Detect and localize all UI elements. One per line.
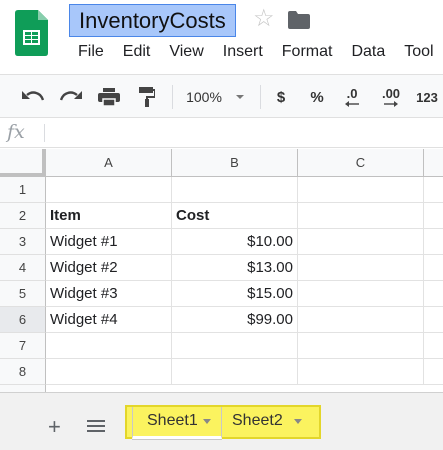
zoom-value: 100% bbox=[186, 89, 222, 105]
toolbar: 100% $ % .0 .00 123 bbox=[0, 74, 443, 118]
menu-tools[interactable]: Tool bbox=[404, 42, 433, 62]
column-header-d[interactable] bbox=[424, 149, 443, 177]
more-formats-label: 123 bbox=[416, 89, 438, 105]
cell-c2[interactable] bbox=[298, 203, 424, 229]
redo-icon[interactable] bbox=[56, 75, 86, 119]
menu-edit[interactable]: Edit bbox=[123, 42, 151, 62]
chevron-down-icon bbox=[235, 95, 244, 99]
cell-a8[interactable] bbox=[46, 359, 172, 385]
formula-separator bbox=[44, 124, 45, 142]
cell-a6[interactable]: Widget #4 bbox=[46, 307, 172, 333]
cell-a5[interactable]: Widget #3 bbox=[46, 281, 172, 307]
sheet-tab-sheet2[interactable]: Sheet2 bbox=[222, 407, 314, 439]
fx-icon: fx bbox=[7, 121, 25, 143]
undo-icon[interactable] bbox=[18, 75, 48, 119]
sheet-tab-sheet1[interactable]: Sheet1 bbox=[132, 407, 222, 439]
more-formats-button[interactable]: 123 bbox=[412, 75, 442, 119]
percent-format-button[interactable]: % bbox=[304, 75, 330, 119]
cell-c7[interactable] bbox=[298, 333, 424, 359]
add-sheet-icon[interactable]: + bbox=[48, 416, 61, 438]
arrow-left-icon bbox=[345, 101, 359, 107]
column-header-a[interactable]: A bbox=[46, 149, 172, 177]
increase-decimals-button[interactable]: .00 bbox=[374, 75, 408, 119]
cell-b1[interactable] bbox=[172, 177, 298, 203]
cell-d7[interactable] bbox=[424, 333, 443, 359]
cell-c8[interactable] bbox=[298, 359, 424, 385]
formula-bar: fx bbox=[0, 118, 443, 148]
row-header[interactable]: 2 bbox=[0, 203, 46, 229]
cell-b7[interactable] bbox=[172, 333, 298, 359]
row-header[interactable]: 7 bbox=[0, 333, 46, 359]
cell-d5[interactable] bbox=[424, 281, 443, 307]
row-header[interactable]: 1 bbox=[0, 177, 46, 203]
row-header[interactable]: 3 bbox=[0, 229, 46, 255]
zoom-select[interactable]: 100% bbox=[180, 75, 250, 119]
cell-b3[interactable]: $10.00 bbox=[172, 229, 298, 255]
cell-b4[interactable]: $13.00 bbox=[172, 255, 298, 281]
folder-icon[interactable] bbox=[288, 11, 310, 29]
document-title[interactable]: InventoryCosts bbox=[69, 4, 236, 37]
menu-format[interactable]: Format bbox=[282, 42, 333, 62]
cell-a2[interactable]: Item bbox=[46, 203, 172, 229]
cell-d4[interactable] bbox=[424, 255, 443, 281]
cell-c1[interactable] bbox=[298, 177, 424, 203]
sheet-tab-label: Sheet1 bbox=[147, 412, 198, 429]
menu-view[interactable]: View bbox=[169, 42, 203, 62]
formula-input[interactable] bbox=[50, 122, 435, 144]
menu-data[interactable]: Data bbox=[351, 42, 385, 62]
toolbar-separator bbox=[260, 85, 261, 109]
cell-b2[interactable]: Cost bbox=[172, 203, 298, 229]
column-header-c[interactable]: C bbox=[298, 149, 424, 177]
row-header[interactable]: 8 bbox=[0, 359, 46, 385]
cell-a4[interactable]: Widget #2 bbox=[46, 255, 172, 281]
cell-a1[interactable] bbox=[46, 177, 172, 203]
sheet-tab-label: Sheet2 bbox=[232, 412, 283, 429]
cell-d2[interactable] bbox=[424, 203, 443, 229]
chevron-down-icon[interactable] bbox=[294, 419, 302, 424]
sheets-logo-icon[interactable] bbox=[15, 10, 48, 56]
cell-c5[interactable] bbox=[298, 281, 424, 307]
cell-b6[interactable]: $99.00 bbox=[172, 307, 298, 333]
currency-format-button[interactable]: $ bbox=[268, 75, 294, 119]
arrow-right-icon bbox=[384, 101, 398, 107]
cell-d6[interactable] bbox=[424, 307, 443, 333]
print-icon[interactable] bbox=[94, 75, 124, 119]
toolbar-separator bbox=[172, 85, 173, 109]
row-header[interactable]: 4 bbox=[0, 255, 46, 281]
row-header[interactable] bbox=[0, 385, 46, 392]
menu-insert[interactable]: Insert bbox=[223, 42, 263, 62]
spreadsheet-grid: A B C 1 2 3 4 5 6 7 8 Item Cost Widget #… bbox=[0, 149, 443, 392]
decrease-decimals-label: .0 bbox=[346, 86, 358, 101]
all-sheets-icon[interactable] bbox=[87, 420, 105, 434]
row-header[interactable]: 6 bbox=[0, 307, 46, 333]
menu-file[interactable]: File bbox=[78, 42, 104, 62]
decrease-decimals-button[interactable]: .0 bbox=[338, 75, 366, 119]
row-header[interactable]: 5 bbox=[0, 281, 46, 307]
cell-b5[interactable]: $15.00 bbox=[172, 281, 298, 307]
sheet-bar: + Sheet1 Sheet2 bbox=[0, 392, 443, 450]
cell-d3[interactable] bbox=[424, 229, 443, 255]
cell-a7[interactable] bbox=[46, 333, 172, 359]
chevron-down-icon[interactable] bbox=[203, 419, 211, 424]
paint-format-icon[interactable] bbox=[132, 75, 162, 119]
cell-b8[interactable] bbox=[172, 359, 298, 385]
star-icon[interactable]: ☆ bbox=[253, 7, 275, 31]
cell-d1[interactable] bbox=[424, 177, 443, 203]
cell-c4[interactable] bbox=[298, 255, 424, 281]
percent-label: % bbox=[310, 88, 324, 106]
select-all-corner[interactable] bbox=[0, 149, 46, 177]
increase-decimals-label: .00 bbox=[381, 86, 401, 101]
cell-c6[interactable] bbox=[298, 307, 424, 333]
cell-c3[interactable] bbox=[298, 229, 424, 255]
menu-bar: File Edit View Insert Format Data Tool bbox=[78, 42, 443, 62]
cell-a3[interactable]: Widget #1 bbox=[46, 229, 172, 255]
column-header-b[interactable]: B bbox=[172, 149, 298, 177]
cell-d8[interactable] bbox=[424, 359, 443, 385]
currency-label: $ bbox=[276, 88, 286, 106]
